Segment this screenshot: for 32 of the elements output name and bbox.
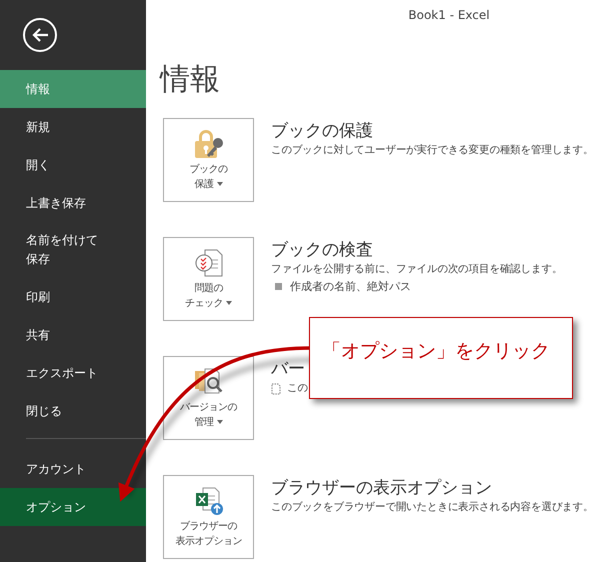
tile-button[interactable]: 問題の チェック (163, 237, 254, 321)
tile-button[interactable]: ブックの 保護 (163, 118, 254, 202)
lock-key-icon (192, 129, 224, 159)
sidebar-item[interactable]: エクスポート (0, 354, 146, 392)
window-title: Book1 - Excel (408, 8, 490, 22)
sidebar-item[interactable]: 閉じる (0, 392, 146, 430)
sidebar-item[interactable]: 印刷 (0, 278, 146, 316)
tile-button[interactable]: ブラウザーの 表示オプション (163, 475, 254, 559)
sidebar-item[interactable]: 新規 (0, 108, 146, 146)
callout-note: 「オプション」をクリック (309, 317, 573, 399)
checklist-document-icon (194, 248, 224, 278)
sidebar-item[interactable]: 上書き保存 (0, 184, 146, 222)
sidebar-item[interactable]: 情報 (0, 70, 146, 108)
back-arrow-icon (31, 27, 49, 43)
section-description: ファイルを公開する前に、ファイルの次の項目を確認します。 (271, 262, 562, 277)
section-title: ブックの保護 (271, 120, 374, 142)
sidebar-item[interactable]: オプション (0, 488, 146, 526)
section-description: この (287, 381, 308, 396)
section-title: ブラウザーの表示オプション (271, 477, 493, 499)
section-title: ブックの検査 (271, 239, 374, 261)
section-description: このブックをブラウザーで開いたときに表示される内容を選びます。 (271, 500, 594, 515)
tile-button[interactable]: バージョンの 管理 (163, 356, 254, 440)
sidebar-item[interactable]: 名前を付けて保存 (0, 222, 146, 278)
sidebar-item[interactable]: アカウント (0, 450, 146, 488)
sidebar-item[interactable]: 開く (0, 146, 146, 184)
sidebar-item[interactable]: 共有 (0, 316, 146, 354)
page-heading: 情報 (160, 62, 221, 98)
back-button[interactable] (23, 18, 57, 52)
bullet-icon (275, 283, 282, 290)
section-description: このブックに対してユーザーが実行できる変更の種類を管理します。 (271, 143, 594, 158)
section-title: バー (271, 358, 306, 380)
bullet-text: 作成者の名前、絶対パス (290, 279, 411, 295)
